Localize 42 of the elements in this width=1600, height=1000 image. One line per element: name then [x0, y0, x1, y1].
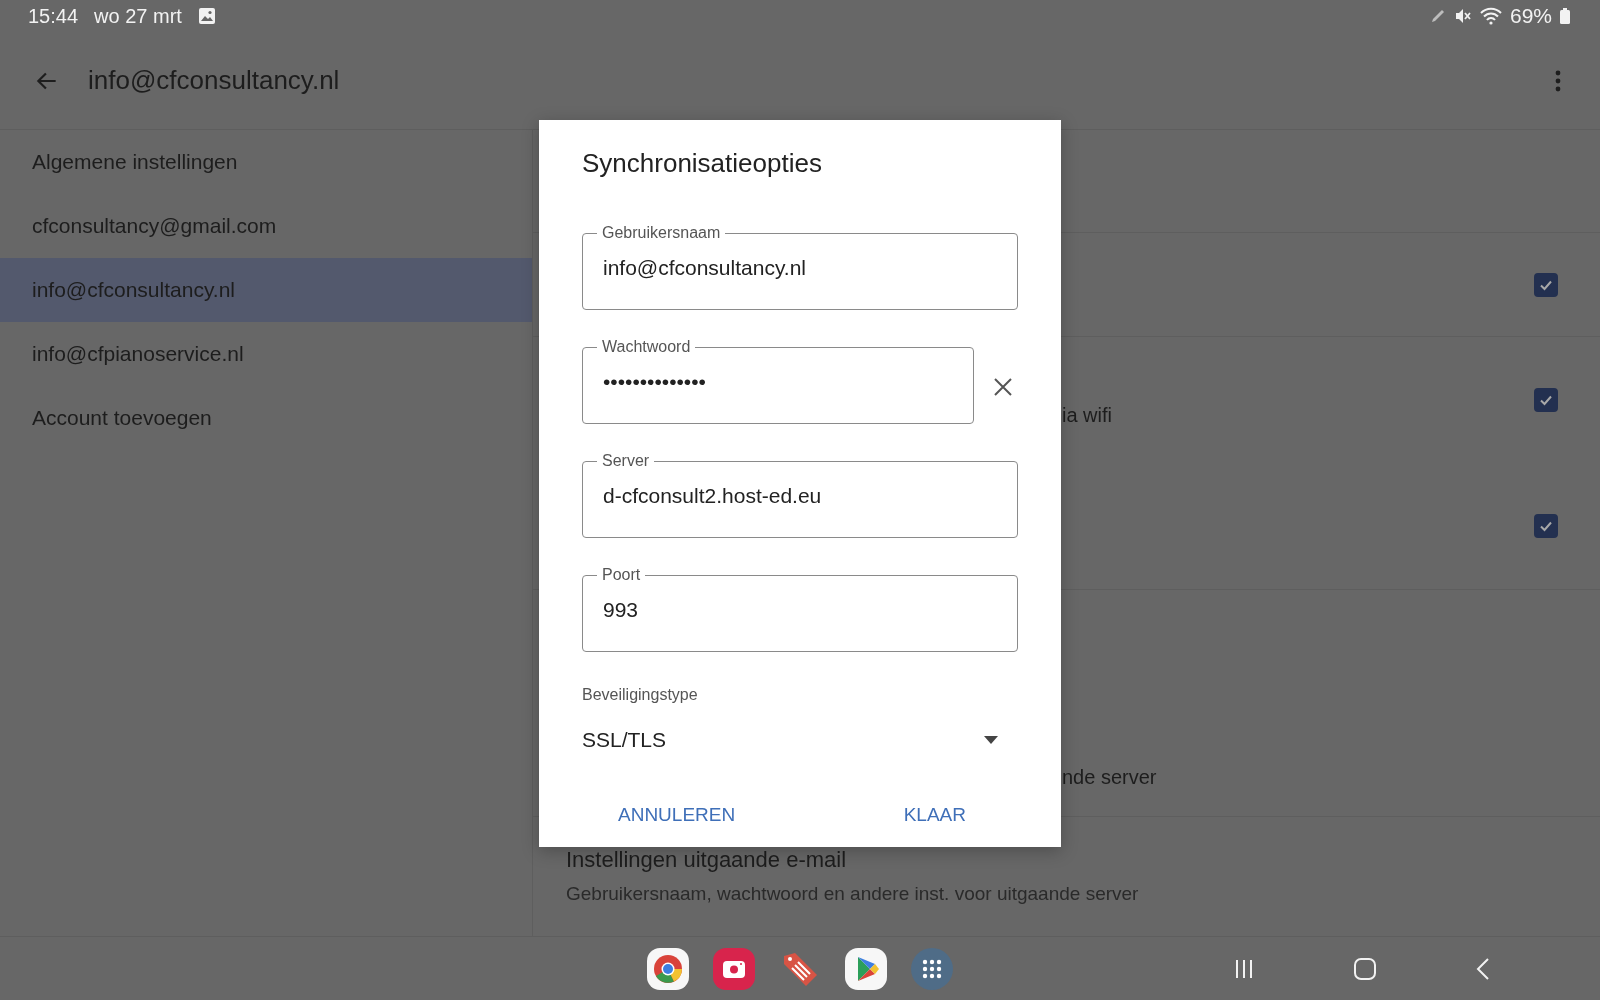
field-label: Poort — [601, 566, 642, 584]
dialog-title: Synchronisatieopties — [582, 148, 823, 179]
setting-subtitle: Gebruikersnaam, wachtwoord en andere inst. voor uitgaande server — [566, 883, 1139, 905]
text-field[interactable]: Server d-cfconsult2.host-ed.eu — [582, 452, 1018, 538]
pencil-icon — [1429, 8, 1446, 24]
confirm-button[interactable]: KLAAR — [887, 796, 982, 834]
round-logo-icon[interactable] — [647, 947, 689, 990]
wifi-icon — [1479, 7, 1502, 25]
close-icon[interactable] — [992, 376, 1014, 398]
back-icon[interactable] — [1475, 956, 1491, 981]
text-field[interactable]: Poort 993 — [582, 566, 1018, 652]
status-date: wo 27 mrt — [94, 4, 182, 28]
text-field[interactable]: Wachtwoord •••••••••••••• — [582, 338, 974, 424]
text-input[interactable]: 993 — [603, 584, 997, 622]
text-field[interactable]: Gebruikersnaam info@cfconsultancy.nl — [582, 224, 1018, 310]
setting-text: ia wifi — [1062, 403, 1112, 427]
mute-icon — [1453, 7, 1472, 25]
checkbox[interactable] — [1534, 514, 1558, 538]
text-input[interactable]: info@cfconsultancy.nl — [603, 242, 997, 280]
checkbox[interactable] — [1534, 388, 1558, 412]
recents-icon[interactable] — [1233, 957, 1255, 980]
setting-text: nde server — [1062, 766, 1157, 789]
app-bar-title: info@cfconsultancy.nl — [88, 65, 340, 96]
camera-icon[interactable] — [713, 947, 755, 990]
text-input[interactable]: d-cfconsult2.host-ed.eu — [603, 470, 997, 508]
cancel-button[interactable]: ANNULEREN — [602, 796, 752, 834]
security-dropdown[interactable]: SSL/TLS — [582, 704, 1018, 762]
field-label: Beveiligingstype — [582, 686, 699, 704]
battery-icon — [1560, 8, 1570, 24]
caret-icon — [984, 736, 998, 744]
field-label: Wachtwoord — [601, 338, 692, 356]
battery-percent: 69% — [1509, 4, 1552, 28]
apps-grid-icon[interactable] — [911, 947, 953, 990]
image-icon — [197, 7, 216, 25]
home-icon[interactable] — [1353, 956, 1377, 981]
field-label: Gebruikersnaam — [601, 224, 722, 242]
more-menu-icon[interactable] — [1554, 68, 1562, 93]
text-input[interactable]: •••••••••••••• — [603, 356, 953, 394]
status-time: 15:44 — [28, 4, 79, 28]
field-label: Server — [601, 452, 651, 470]
play-icon[interactable] — [845, 947, 887, 990]
checkbox[interactable] — [1534, 272, 1558, 297]
